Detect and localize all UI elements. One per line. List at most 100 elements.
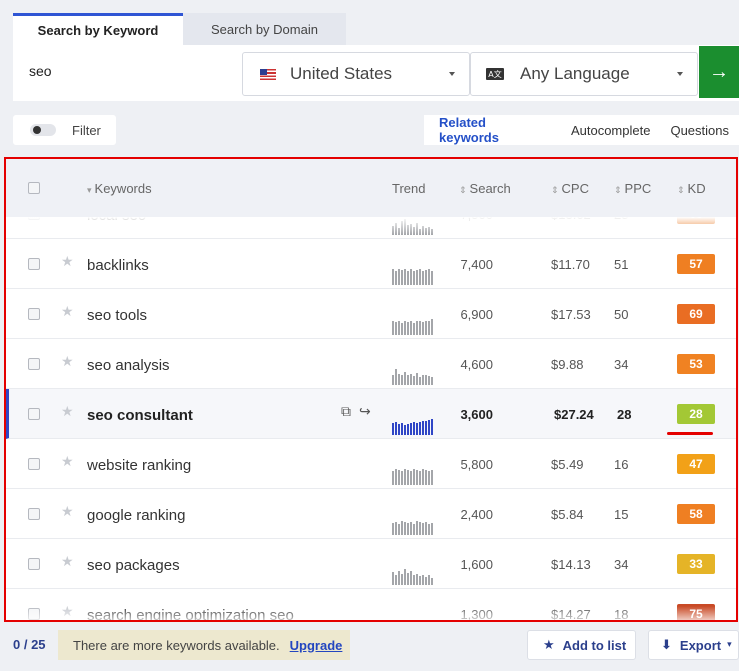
cpc-cell: $14.13 [551, 557, 591, 572]
row-checkbox[interactable] [28, 558, 40, 570]
table-body[interactable]: ★ local seo 7,500 $13.62 28 65 ★ backlinks 7,400… [6, 217, 736, 620]
keyword-cell[interactable]: google ranking [87, 507, 185, 524]
trend-bar [425, 270, 427, 285]
search-volume-cell: 7,500 [460, 217, 493, 222]
trend-bar [428, 524, 430, 535]
table-row[interactable]: ★ backlinks 7,400 $11.70 51 57 [6, 239, 736, 289]
add-to-list-button[interactable]: ★ Add to list [527, 630, 636, 660]
trend-bar [398, 269, 400, 285]
keyword-cell[interactable]: seo tools [87, 307, 147, 324]
table-row[interactable]: ★ seo analysis 4,600 $9.88 34 53 [6, 339, 736, 389]
trend-bar [401, 574, 403, 585]
tab-search-by-keyword[interactable]: Search by Keyword [13, 13, 183, 45]
keyword-cell[interactable]: local seo [87, 217, 146, 224]
forward-icon[interactable]: ↪ [359, 404, 371, 420]
row-checkbox[interactable] [28, 217, 40, 220]
table-row[interactable]: ★ website ranking 5,800 $5.49 16 47 [6, 439, 736, 489]
table-row[interactable]: ★ local seo 7,500 $13.62 28 65 [6, 217, 736, 239]
trend-bar [425, 321, 427, 335]
tab-search-by-domain[interactable]: Search by Domain [183, 13, 346, 45]
tab-autocomplete[interactable]: Autocomplete [561, 115, 661, 145]
row-checkbox[interactable] [28, 608, 40, 620]
chevron-down-icon [449, 72, 455, 76]
result-type-tabs: Related keywords Autocomplete Questions [424, 115, 739, 145]
trend-bar [416, 223, 418, 235]
search-mode-tabs: Search by Keyword Search by Domain [13, 13, 346, 45]
trend-bar [419, 269, 421, 285]
row-checkbox[interactable] [28, 508, 40, 520]
column-header-keywords[interactable]: ▾ Keywords [87, 181, 152, 196]
row-checkbox[interactable] [28, 358, 40, 370]
star-icon[interactable]: ★ [61, 604, 74, 620]
star-icon[interactable]: ★ [61, 254, 74, 270]
search-volume-cell: 7,400 [460, 257, 493, 272]
table-row[interactable]: ★ seo tools 6,900 $17.53 50 69 [6, 289, 736, 339]
search-volume-cell: 3,600 [460, 407, 493, 422]
country-select[interactable]: United States [242, 52, 470, 96]
keyword-cell[interactable]: website ranking [87, 457, 191, 474]
keyword-cell[interactable]: backlinks [87, 257, 149, 274]
column-header-ppc[interactable]: ⇕ PPC [614, 181, 651, 196]
keyword-cell[interactable]: seo analysis [87, 357, 170, 374]
tab-questions[interactable]: Questions [660, 115, 739, 145]
trend-bar [416, 270, 418, 285]
column-header-cpc[interactable]: ⇕ CPC [551, 181, 589, 196]
table-row[interactable]: ★ google ranking 2,400 $5.84 15 58 [6, 489, 736, 539]
filter-toggle[interactable]: Filter [13, 115, 116, 145]
trend-bar [422, 271, 424, 285]
star-icon[interactable]: ★ [61, 504, 74, 520]
trend-bar [392, 375, 394, 385]
trend-bar [425, 421, 427, 435]
export-button[interactable]: ⬇ Export ▾ [648, 630, 739, 660]
keyword-cell[interactable]: search engine optimization seo [87, 607, 294, 620]
trend-sparkline [392, 569, 436, 585]
trend-sparkline [392, 269, 436, 285]
trend-bar [398, 470, 400, 485]
cpc-cell: $11.70 [551, 257, 590, 272]
tab-related-keywords[interactable]: Related keywords [424, 115, 561, 145]
table-row[interactable]: ★ search engine optimization seo 1,300 $14.… [6, 589, 736, 620]
trend-bar [410, 224, 412, 235]
column-header-kd-label: KD [687, 181, 706, 196]
toggle-switch-icon[interactable] [30, 124, 56, 136]
kd-badge: 58 [677, 504, 715, 524]
trend-bar [410, 374, 412, 385]
star-icon[interactable]: ★ [61, 404, 74, 420]
row-checkbox[interactable] [28, 308, 40, 320]
star-icon[interactable]: ★ [61, 304, 74, 320]
cpc-cell: $27.24 [554, 407, 594, 422]
upgrade-link[interactable]: Upgrade [290, 638, 343, 653]
cpc-cell: $17.53 [551, 307, 591, 322]
trend-bar [413, 323, 415, 335]
trend-bar [392, 269, 394, 285]
table-row[interactable]: ★ seo packages 1,600 $14.13 34 33 [6, 539, 736, 589]
keyword-cell[interactable]: seo consultant [87, 407, 193, 424]
row-checkbox[interactable] [28, 408, 40, 420]
star-icon[interactable]: ★ [61, 217, 74, 220]
trend-bar [401, 221, 403, 235]
keyword-input[interactable] [29, 63, 229, 79]
search-submit-button[interactable]: → [699, 46, 739, 98]
trend-bar [410, 423, 412, 435]
select-all-checkbox[interactable] [28, 182, 40, 194]
copy-icon[interactable]: ⧉ [341, 404, 351, 420]
row-checkbox[interactable] [28, 458, 40, 470]
star-icon[interactable]: ★ [61, 454, 74, 470]
table-header: ▾ Keywords Trend ⇕ Search ⇕ CPC ⇕ PPC ⇕ KD [6, 159, 736, 217]
trend-bar [419, 422, 421, 435]
trend-bar [404, 522, 406, 535]
trend-bar [416, 574, 418, 585]
trend-bar [431, 271, 433, 285]
table-row[interactable]: ★ seo consultant ⧉ ↪ 3,600 $27.24 28 28 [6, 389, 736, 439]
column-header-kd[interactable]: ⇕ KD [677, 181, 706, 196]
trend-bar [428, 575, 430, 585]
trend-bar [419, 321, 421, 335]
star-icon[interactable]: ★ [61, 554, 74, 570]
column-header-search[interactable]: ⇕ Search [459, 181, 511, 196]
keyword-cell[interactable]: seo packages [87, 557, 180, 574]
trend-bar [401, 471, 403, 485]
language-select[interactable]: A文 Any Language [470, 52, 698, 96]
row-checkbox[interactable] [28, 258, 40, 270]
star-icon[interactable]: ★ [61, 354, 74, 370]
trend-bar [428, 269, 430, 285]
